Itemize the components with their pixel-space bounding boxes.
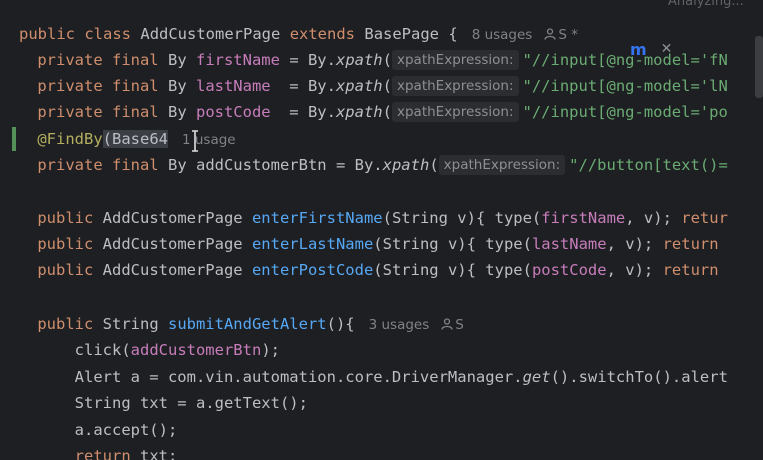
code-line-3[interactable]: private final By lastName = By.xpath(xpa…	[0, 73, 728, 99]
keyword: class	[84, 25, 132, 43]
type: By	[158, 156, 196, 174]
text-cursor-icon	[192, 130, 198, 152]
usages-hint[interactable]: 8 usages S *	[472, 27, 578, 43]
code-line-10[interactable]: public AddCustomerPage enterPostCode(Str…	[0, 257, 719, 283]
param-hint: xpathExpression:	[392, 50, 519, 70]
type: By	[158, 103, 196, 121]
annotation-args: (Base64	[102, 130, 168, 148]
annotation: @FindBy	[37, 130, 103, 148]
keyword: public	[37, 235, 94, 253]
code-line-5[interactable]: @FindBy(Base64 1 usage	[0, 126, 236, 152]
field-ref: lastName	[531, 235, 607, 253]
person-icon	[441, 318, 453, 330]
method-call: xpath	[335, 51, 383, 69]
brace: {	[439, 25, 458, 43]
method-name: enterPostCode	[251, 261, 374, 279]
field-name: firstName	[195, 51, 280, 69]
code-line-14[interactable]: Alert a = com.vin.automation.core.Driver…	[0, 364, 728, 390]
code-line-9[interactable]: public AddCustomerPage enterLastName(Str…	[0, 231, 719, 257]
method-call: xpath	[335, 103, 383, 121]
return-type: String	[93, 315, 168, 333]
code-line-15[interactable]: String txt = a.getText();	[0, 390, 308, 416]
person-icon	[544, 28, 556, 40]
code-line-1[interactable]: public class AddCustomerPage extends Bas…	[19, 21, 578, 47]
keyword: public	[37, 209, 94, 227]
method-name: enterLastName	[251, 235, 374, 253]
usages-count: 8 usages	[471, 27, 533, 43]
return-type: AddCustomerPage	[93, 235, 252, 253]
method-name: enterFirstName	[251, 209, 383, 227]
code-line-6[interactable]: private final By addCustomerBtn = By.xpa…	[0, 152, 728, 178]
class-name: AddCustomerPage	[140, 25, 281, 43]
modifiers: private final	[37, 103, 159, 121]
return-type: AddCustomerPage	[93, 261, 252, 279]
code-line-13[interactable]: click(addCustomerBtn);	[0, 337, 280, 363]
floating-toolbar: m ✕	[618, 36, 700, 62]
param-hint: xpathExpression:	[438, 155, 566, 175]
usages-count: 3 usages	[368, 317, 430, 333]
usages-hint[interactable]: 3 usages S	[369, 317, 464, 333]
field-name: addCustomerBtn	[195, 156, 327, 174]
string-literal: "//button[text()=	[569, 156, 728, 174]
field-ref: addCustomerBtn	[130, 341, 262, 359]
keyword: retur	[681, 209, 728, 227]
param-hint: xpathExpression:	[391, 102, 519, 122]
keyword: extends	[289, 25, 356, 43]
field-ref: firstName	[541, 209, 626, 227]
keyword: public	[37, 315, 94, 333]
field-name: lastName	[195, 77, 271, 95]
method-call: xpath	[382, 156, 430, 174]
close-icon[interactable]: ✕	[661, 41, 673, 57]
keyword: public	[37, 261, 94, 279]
keyword: return	[662, 261, 719, 279]
analyzing-status: Analyzing...	[668, 0, 744, 9]
keyword: return	[74, 447, 131, 460]
modifiers: private final	[37, 156, 159, 174]
modifiers: private final	[37, 51, 159, 69]
code-line-8[interactable]: public AddCustomerPage enterFirstName(St…	[0, 205, 728, 231]
return-type: AddCustomerPage	[93, 209, 252, 227]
field-name: postCode	[195, 103, 271, 121]
param-hint: xpathExpression:	[391, 76, 519, 96]
modifiers: private final	[37, 77, 159, 95]
method-call: click(	[74, 341, 131, 359]
field-ref: postCode	[531, 261, 607, 279]
code-line-12[interactable]: public String submitAndGetAlert(){3 usag…	[0, 311, 464, 337]
refresh-maven-icon[interactable]: m	[630, 40, 647, 59]
string-literal: "//input[@ng-model='lN	[522, 77, 728, 95]
author: S	[455, 317, 464, 333]
keyword: public	[19, 25, 75, 43]
type: By	[158, 77, 196, 95]
code-line-4[interactable]: private final By postCode = By.xpath(xpa…	[0, 99, 728, 125]
code-line-17[interactable]: return txt;	[0, 443, 178, 460]
code-line-16[interactable]: a.accept();	[0, 417, 178, 443]
code-editor[interactable]: Analyzing... public class AddCustomerPag…	[0, 0, 763, 460]
keyword: return	[662, 235, 719, 253]
base-class: BasePage	[364, 25, 440, 43]
scrollbar[interactable]	[755, 36, 763, 98]
author: S *	[558, 27, 578, 43]
method-name: submitAndGetAlert	[167, 315, 327, 333]
method-call: get	[522, 368, 551, 386]
method-call: xpath	[335, 77, 383, 95]
type: By	[158, 51, 196, 69]
string-literal: "//input[@ng-model='po	[522, 103, 728, 121]
